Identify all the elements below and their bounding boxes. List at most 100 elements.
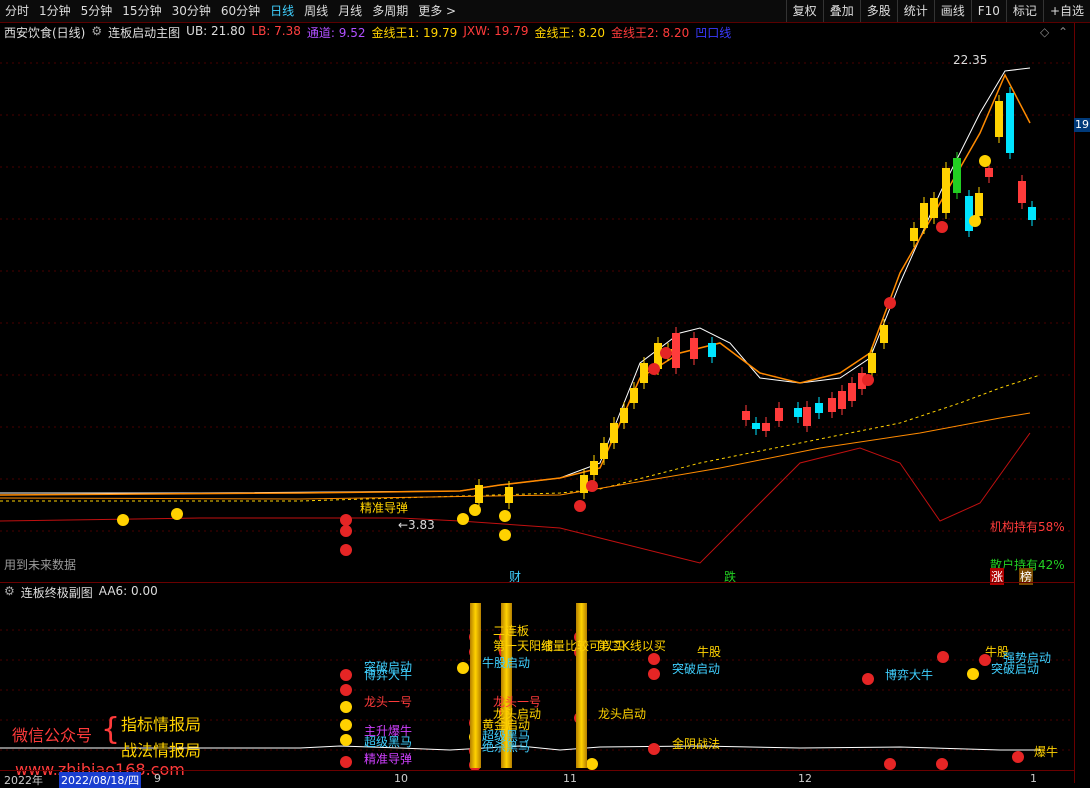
- holding-line: [0, 432, 1031, 564]
- jxw2-line: [0, 412, 1031, 500]
- jxw-value: JXW: 19.79: [463, 24, 529, 38]
- candle-body: [815, 403, 823, 413]
- sub-label: 龙头启动: [598, 707, 647, 721]
- signal-marker: [171, 508, 183, 520]
- sub-label: 牛股启动: [482, 656, 531, 670]
- sub-label: 第二K线以买: [598, 639, 666, 653]
- fuquan-button[interactable]: 复权: [785, 0, 823, 22]
- date-axis: 2022年 2022/08/18/四 9 10 11 12 1: [0, 770, 1074, 788]
- wechat-label: 微信公众号: [12, 726, 93, 745]
- candle-body: [640, 363, 648, 383]
- candle-body: [985, 168, 993, 177]
- signal-marker: [574, 500, 586, 512]
- toolbar-right: 复权 叠加 多股 统计 画线 F10 标记 +自选: [785, 0, 1090, 22]
- x-month-10: 10: [394, 772, 408, 785]
- sub-info-bar: ⚙ 连板终极副图 AA6: 0.00: [4, 584, 158, 600]
- signal-marker: [648, 668, 660, 680]
- stats-button[interactable]: 统计: [896, 0, 934, 22]
- signal-marker: [936, 758, 948, 770]
- sub-label: 绝杀黑马: [482, 740, 531, 754]
- signal-marker: [648, 653, 660, 665]
- signal-marker: [340, 734, 352, 746]
- candle-body: [600, 443, 608, 459]
- period-fenshi[interactable]: 分时: [0, 0, 34, 22]
- diamond-icon[interactable]: ◇: [1040, 25, 1049, 39]
- sub-label: 超级黑马: [364, 735, 413, 749]
- precise-signal-label: 精准导弹: [360, 501, 409, 515]
- period-30min[interactable]: 30分钟: [167, 0, 216, 22]
- candle-body: [1028, 207, 1036, 220]
- candle-body: [620, 408, 628, 423]
- sub-label: 突破启动: [672, 662, 721, 676]
- sub-settings-icon[interactable]: ⚙: [4, 584, 15, 600]
- candle-body: [1006, 93, 1014, 153]
- period-more[interactable]: 更多 >: [413, 0, 461, 22]
- signal-marker: [457, 513, 469, 525]
- sub-chart-divider: [0, 582, 1074, 583]
- x-year: 2022年: [4, 774, 43, 787]
- signal-marker: [862, 673, 874, 685]
- candle-body: [880, 325, 888, 343]
- signal-marker: [979, 155, 991, 167]
- signal-marker: [1012, 751, 1024, 763]
- sub-indicator-name[interactable]: 连板终极副图: [21, 584, 93, 600]
- settings-icon[interactable]: ⚙: [91, 24, 102, 40]
- stock-title[interactable]: 西安饮食(日线): [4, 24, 85, 40]
- jxw2-value: 金线王2: 8.20: [611, 26, 690, 40]
- signal-marker: [884, 297, 896, 309]
- main-grid: [0, 62, 1074, 532]
- candle-body: [752, 423, 760, 429]
- aoxian-value: 凹口线: [695, 26, 732, 40]
- period-1min[interactable]: 1分钟: [34, 0, 76, 22]
- signal-marker: [340, 514, 352, 526]
- x-month-9: 9: [154, 772, 161, 785]
- sub-label: 精准导弹: [364, 752, 413, 766]
- add-watchlist-button[interactable]: +自选: [1042, 0, 1090, 22]
- period-monthly[interactable]: 月线: [333, 0, 367, 22]
- candle-body: [848, 383, 856, 401]
- candle-body: [762, 423, 770, 431]
- signal-marker: [340, 756, 352, 768]
- signal-bar: [576, 603, 587, 768]
- multi-stock-button[interactable]: 多股: [859, 0, 897, 22]
- candle-body: [794, 408, 802, 417]
- x-date-cursor: 2022/08/18/四: [59, 772, 142, 788]
- sub-label: 金阴战法: [672, 737, 721, 751]
- mark-button[interactable]: 标记: [1005, 0, 1043, 22]
- main-chart[interactable]: [0, 23, 1074, 583]
- period-60min[interactable]: 60分钟: [216, 0, 265, 22]
- tongdao-value: 通道: 9.52: [306, 26, 366, 40]
- period-daily[interactable]: 日线: [265, 0, 299, 22]
- signal-marker: [969, 215, 981, 227]
- signal-marker: [340, 525, 352, 537]
- chevron-up-icon[interactable]: ⌃: [1058, 25, 1068, 39]
- candle-body: [1018, 181, 1026, 203]
- signal-marker: [648, 743, 660, 755]
- overlay-button[interactable]: 叠加: [822, 0, 860, 22]
- candle-body: [630, 388, 638, 403]
- candle-body: [505, 487, 513, 503]
- period-15min[interactable]: 15分钟: [117, 0, 166, 22]
- draw-line-button[interactable]: 画线: [933, 0, 971, 22]
- signal-bar: [470, 603, 481, 768]
- candle-body: [868, 353, 876, 373]
- future-data-label: 用到未来数据: [4, 558, 77, 572]
- signal-marker: [117, 514, 129, 526]
- sub-label: 爆牛: [1034, 745, 1059, 759]
- x-month-11: 11: [563, 772, 577, 785]
- sub-label: 突破启动: [991, 662, 1040, 676]
- signal-marker: [884, 758, 896, 770]
- sub-label: 牛股: [697, 645, 722, 659]
- f10-button[interactable]: F10: [970, 0, 1006, 22]
- signal-marker: [469, 504, 481, 516]
- period-weekly[interactable]: 周线: [299, 0, 333, 22]
- signal-marker: [967, 668, 979, 680]
- period-multi[interactable]: 多周期: [367, 0, 413, 22]
- signal-marker: [586, 480, 598, 492]
- candle-body: [708, 343, 716, 357]
- sub-label: 博弈大牛: [364, 668, 413, 682]
- period-toolbar: 分时 1分钟 5分钟 15分钟 30分钟 60分钟 日线 周线 月线 多周期 更…: [0, 0, 1090, 23]
- period-5min[interactable]: 5分钟: [76, 0, 118, 22]
- indicator-name[interactable]: 连板启动主图: [108, 24, 180, 40]
- candle-body: [690, 338, 698, 359]
